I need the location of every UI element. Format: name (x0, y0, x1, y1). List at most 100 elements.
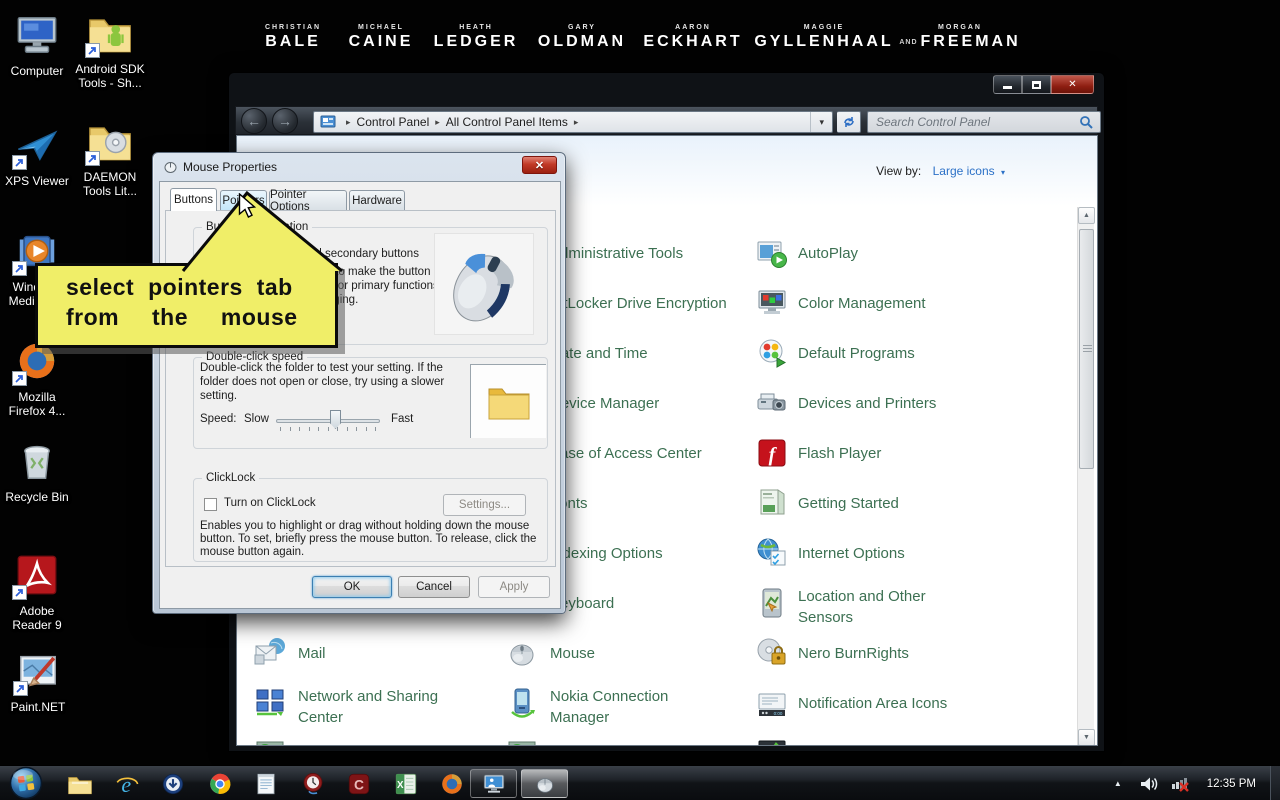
speed-slider-track[interactable] (276, 419, 380, 423)
Getting Started-icon[interactable] (756, 487, 788, 519)
address-dropdown-icon[interactable]: ▾ (810, 112, 832, 132)
minimize-button[interactable] (993, 75, 1022, 94)
back-button[interactable]: ← (241, 108, 267, 134)
taskbar-comodo[interactable]: C (345, 770, 373, 798)
taskbar-internet-explorer[interactable]: e (113, 770, 141, 798)
cast-last-text: BALE (265, 33, 321, 50)
AutoPlay-icon[interactable] (756, 237, 788, 269)
windows-explorer-icon (67, 771, 93, 797)
cp-item-ease-of-access-center[interactable]: Ease of Access Center (550, 443, 702, 464)
taskbar-timer[interactable] (299, 770, 327, 798)
cp-item-autoplay[interactable]: AutoPlay (798, 243, 858, 264)
cp-item-flash-player[interactable]: Flash Player (798, 443, 881, 464)
start-button[interactable] (8, 765, 44, 800)
item-icon[interactable] (254, 737, 286, 746)
Nero BurnRights-icon[interactable] (756, 637, 788, 669)
desktop-icon-mozilla[interactable]: MozillaFirefox 4... (0, 338, 85, 418)
cp-item-devices-and-printers[interactable]: Devices and Printers (798, 393, 936, 414)
taskbar-firefox[interactable] (438, 770, 466, 798)
dialog-title-bar[interactable]: Mouse Properties (163, 159, 277, 174)
callout-text-line2: from the mouse (66, 304, 335, 331)
scroll-up-button[interactable]: ▲ (1078, 207, 1095, 224)
Flash Player-icon[interactable]: f (756, 437, 788, 469)
search-icon[interactable] (1079, 115, 1094, 130)
mouse-illustration-icon (435, 234, 533, 334)
taskbar-excel[interactable]: X (392, 770, 420, 798)
dialog-close-button[interactable]: ✕ (522, 156, 557, 174)
taskbar-button-mouse-properties-window[interactable] (521, 769, 568, 798)
forward-button[interactable]: → (272, 108, 298, 134)
double-click-test-area[interactable] (470, 364, 546, 438)
clicklock-label[interactable]: Turn on ClickLock (224, 497, 316, 509)
cp-item-nokia-connection-manager[interactable]: Nokia ConnectionManager (550, 686, 668, 728)
desktop-icon-daemon[interactable]: DAEMONTools Lit... (62, 118, 158, 198)
desktop-icon-adobe[interactable]: AdobeReader 9 (0, 552, 85, 632)
Devices and Printers-icon[interactable] (756, 387, 788, 419)
breadcrumb-control-panel[interactable]: Control Panel (357, 115, 430, 129)
ok-button[interactable]: OK (312, 576, 392, 598)
scroll-down-button[interactable]: ▼ (1078, 729, 1095, 746)
cp-item-notification-area-icons[interactable]: Notification Area Icons (798, 693, 947, 714)
taskbar-clock[interactable]: 12:35 PM (1207, 778, 1256, 790)
Network and Sharing Center-icon[interactable] (254, 687, 286, 719)
taskbar-windows-explorer[interactable] (66, 770, 94, 798)
Notification Area Icons-icon[interactable]: 0:00 (756, 687, 788, 719)
apply-button[interactable]: Apply (478, 576, 550, 598)
test-folder-icon[interactable] (487, 381, 531, 421)
search-input[interactable]: Search Control Panel (867, 111, 1101, 133)
item-icon[interactable] (506, 737, 538, 746)
cp-item-bitlocker-drive-encryption[interactable]: BitLocker Drive Encryption (550, 293, 727, 314)
location-and-sensors-icon (756, 587, 788, 619)
view-by-value[interactable]: Large icons (933, 164, 995, 178)
cast-last-text: FREEMAN (921, 33, 1021, 50)
cp-item-administrative-tools[interactable]: Administrative Tools (550, 243, 683, 264)
cp-item-performance-information[interactable]: Performance Information (798, 743, 963, 746)
desktop-icon-label: Recycle Bin (0, 491, 85, 505)
breadcrumb-all-items[interactable]: All Control Panel Items (446, 115, 568, 129)
cp-item-nero-burnrights[interactable]: Nero BurnRights (798, 643, 909, 664)
Color Management-icon[interactable] (756, 287, 788, 319)
scrollbar[interactable]: ▲ ▼ (1077, 207, 1094, 746)
maximize-button[interactable] (1022, 75, 1051, 94)
taskbar-button-control-panel-window[interactable] (470, 769, 517, 798)
Default Programs-icon[interactable] (756, 337, 788, 369)
desktop-icon-label: MozillaFirefox 4... (0, 391, 85, 418)
Internet Options-icon[interactable] (756, 537, 788, 569)
cp-item-default-programs[interactable]: Default Programs (798, 343, 915, 364)
close-button[interactable]: ✕ (1051, 75, 1094, 94)
Mouse-icon[interactable] (506, 637, 538, 669)
getting-started-icon (756, 487, 788, 519)
cp-item-getting-started[interactable]: Getting Started (798, 493, 899, 514)
Location and Other Sensors-icon[interactable] (756, 587, 788, 619)
cp-item-location-and-other-sensors[interactable]: Location and OtherSensors (798, 586, 926, 628)
view-by-dropdown-icon[interactable]: ▾ (1001, 168, 1005, 177)
Performance Information-icon[interactable] (756, 737, 788, 746)
desktop-icon-recycle-bin[interactable]: Recycle Bin (0, 438, 85, 505)
show-hidden-icons-button[interactable]: ▲ (1114, 779, 1122, 788)
taskbar-notepad[interactable] (252, 770, 280, 798)
address-bar[interactable]: ▸ Control Panel ▸ All Control Panel Item… (313, 111, 833, 133)
clicklock-settings-button[interactable]: Settings... (443, 494, 526, 516)
Mail-icon[interactable] (254, 637, 286, 669)
cp-item-indexing-options[interactable]: Indexing Options (550, 543, 663, 564)
show-desktop-button[interactable] (1270, 766, 1280, 800)
desktop-icon-android-sdk[interactable]: Android SDKTools - Sh... (62, 10, 158, 90)
desktop-icon-paint-net[interactable]: Paint.NET (0, 648, 86, 715)
volume-icon[interactable] (1140, 776, 1159, 792)
cp-item-network-and-sharing-center[interactable]: Network and SharingCenter (298, 686, 438, 728)
tab-hardware[interactable]: Hardware (349, 190, 405, 210)
refresh-button[interactable] (837, 111, 861, 133)
scrollbar-thumb[interactable] (1079, 229, 1094, 469)
clicklock-checkbox[interactable] (204, 498, 217, 511)
cp-item-internet-options[interactable]: Internet Options (798, 543, 905, 564)
cancel-button[interactable]: Cancel (398, 576, 470, 598)
cp-item-mail[interactable]: Mail (298, 643, 326, 664)
cp-item-color-management[interactable]: Color Management (798, 293, 926, 314)
network-error-icon[interactable] (1171, 775, 1191, 792)
cp-item-mouse[interactable]: Mouse (550, 643, 595, 664)
title-bar[interactable]: ✕ (229, 73, 1104, 106)
taskbar-download-manager[interactable] (159, 770, 187, 798)
cp-item-device-manager[interactable]: Device Manager (550, 393, 659, 414)
Nokia Connection Manager-icon[interactable] (506, 687, 538, 719)
taskbar-chrome[interactable] (206, 770, 234, 798)
